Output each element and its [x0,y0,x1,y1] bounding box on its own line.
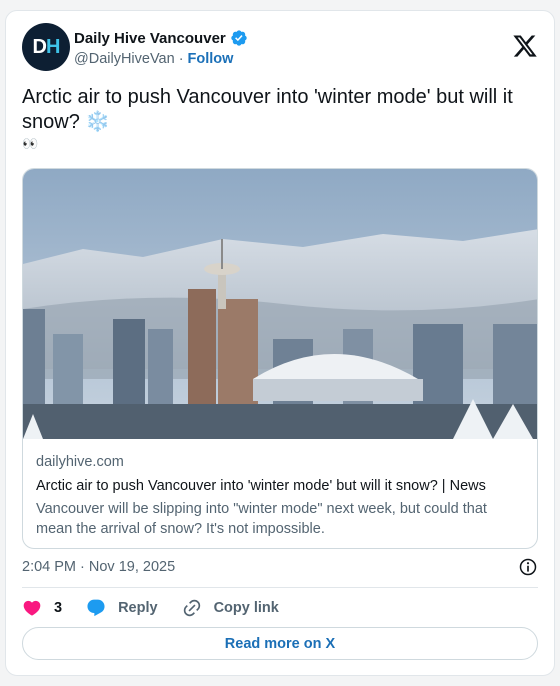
building [188,289,216,404]
stadium-base [253,379,423,401]
avatar[interactable]: DH [22,23,70,71]
like-button[interactable]: 3 [22,598,62,618]
name-row: Daily Hive Vancouver [74,28,248,48]
handle-row: @DailyHiveVan · Follow [74,51,248,67]
follow-button[interactable]: Follow [188,51,234,67]
read-more-button[interactable]: Read more on X [22,627,538,660]
verified-badge-icon [231,30,247,46]
link-title[interactable]: Arctic air to push Vancouver into 'winte… [36,477,524,495]
info-icon[interactable] [518,557,538,577]
avatar-letter-h: H [46,35,60,58]
display-name[interactable]: Daily Hive Vancouver [74,30,226,47]
building [53,334,83,404]
tower-antenna [221,239,223,269]
speech-bubble-icon [87,599,105,617]
tweet-text: Arctic air to push Vancouver into 'winte… [22,86,513,133]
copy-link-label: Copy link [213,600,279,616]
building [23,309,45,404]
x-logo-icon[interactable] [512,33,538,59]
tweet-card: DH Daily Hive Vancouver @DailyHiveVan · … [5,10,555,676]
separator-dot: · [178,51,184,67]
link-icon [183,599,200,617]
reply-label: Reply [118,600,158,616]
link-description: Vancouver will be slipping into "winter … [36,501,487,537]
handle[interactable]: @DailyHiveVan [74,51,175,67]
building [218,299,258,404]
reply-button[interactable]: Reply [86,598,158,618]
author-info: Daily Hive Vancouver @DailyHiveVan · Fol… [74,28,248,67]
heart-icon [23,600,41,616]
link-preview-meta: dailyhive.com Arctic air to push Vancouv… [36,453,524,539]
link-domain: dailyhive.com [36,454,124,470]
timestamp[interactable]: 2:04 PM · Nov 19, 2025 [22,559,175,575]
action-bar: 3 Reply Copy link [22,597,303,619]
link-preview-card[interactable]: dailyhive.com Arctic air to push Vancouv… [22,168,538,549]
avatar-letter-d: D [32,35,47,58]
eyes-emoji: 👀 [22,136,39,151]
copy-link-button[interactable]: Copy link [182,598,279,618]
divider [22,587,538,588]
like-count: 3 [54,600,63,616]
tweet-header: DH Daily Hive Vancouver @DailyHiveVan · … [22,23,538,73]
building [493,324,537,404]
building [148,329,173,404]
building [113,319,145,404]
link-preview-image[interactable] [23,169,538,439]
timestamp-row: 2:04 PM · Nov 19, 2025 [22,557,538,577]
